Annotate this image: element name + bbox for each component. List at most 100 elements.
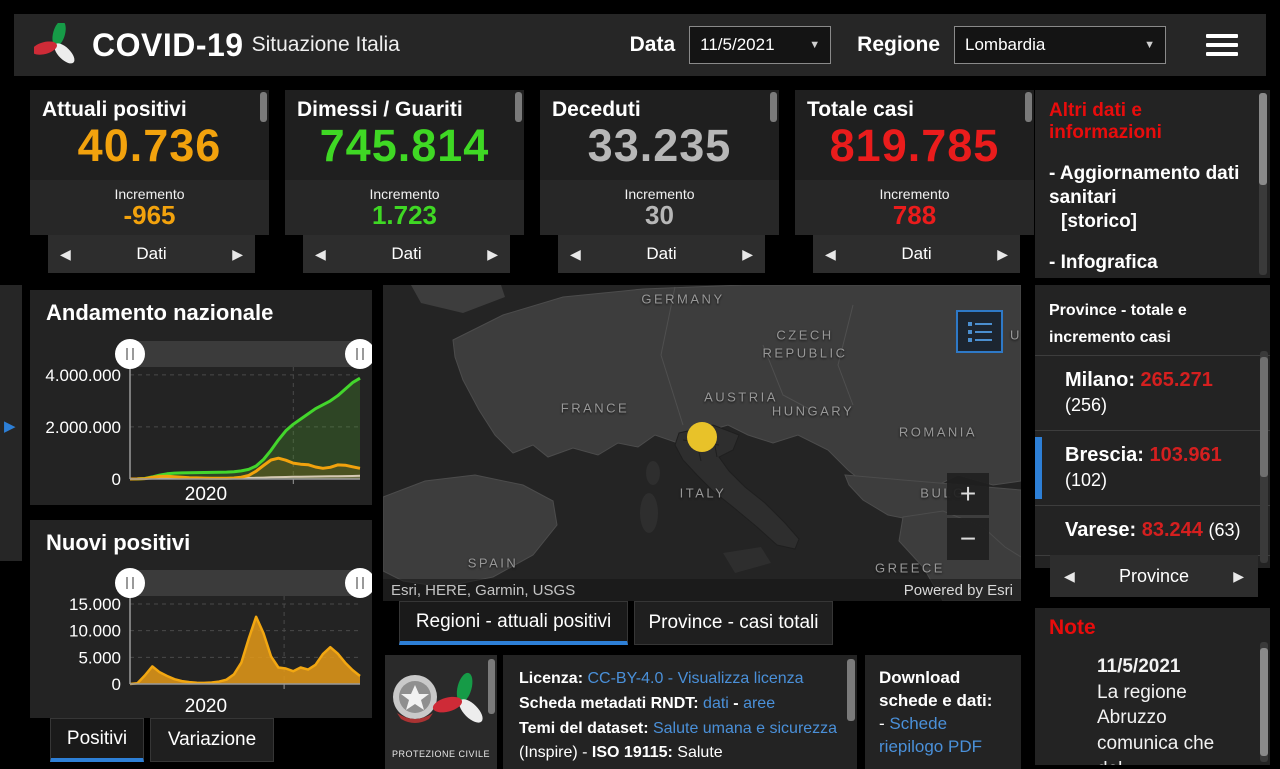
cc-by-link[interactable]: CC-BY-4.0 bbox=[587, 670, 663, 687]
province-name: Brescia: bbox=[1065, 444, 1150, 467]
card-nav-label: Dati bbox=[901, 244, 932, 263]
expand-panel-arrow-icon[interactable]: ▶ bbox=[4, 417, 16, 435]
license-line: Licenza: CC-BY-4.0 - Visualizza licenza bbox=[519, 667, 839, 692]
schede-riepilogo-pdf-link[interactable]: Schede riepilogo PDF bbox=[879, 714, 982, 756]
hamburger-menu-icon[interactable] bbox=[1206, 29, 1238, 61]
legend-button[interactable] bbox=[956, 310, 1003, 353]
map-country-label: FRANCE bbox=[560, 400, 630, 416]
province-total: 103.961 bbox=[1149, 444, 1222, 467]
region-select[interactable]: Lombardia ▼ bbox=[954, 26, 1166, 64]
next-arrow-icon[interactable]: ▶ bbox=[742, 246, 753, 263]
map-country-label: CZECH bbox=[776, 327, 834, 343]
time-slider-track[interactable] bbox=[130, 341, 360, 367]
y-tick-label: 5.000 bbox=[78, 648, 121, 667]
card-scrollbar[interactable] bbox=[515, 92, 522, 122]
protezione-civile-logo-icon bbox=[34, 23, 75, 64]
region-marker[interactable] bbox=[687, 422, 717, 452]
aree-link[interactable]: aree bbox=[743, 695, 775, 712]
chevron-down-icon: ▼ bbox=[809, 39, 821, 51]
province-increment: (63) bbox=[1208, 520, 1241, 541]
increment-value: -965 bbox=[123, 200, 176, 230]
tab-positivi[interactable]: Positivi bbox=[50, 718, 144, 762]
prev-arrow-icon[interactable]: ◀ bbox=[570, 246, 581, 263]
tab-province-casi-totali[interactable]: Province - casi totali bbox=[634, 601, 833, 645]
stat-card: Dimessi / Guariti 745.814 Incremento 1.7… bbox=[285, 90, 524, 273]
altri-dati-link[interactable]: [storico] bbox=[1049, 210, 1246, 234]
andamento-chart: 4.000.000 2.000.000 0 2020 bbox=[45, 339, 372, 503]
next-arrow-icon[interactable]: ▶ bbox=[1233, 568, 1244, 585]
increment-label: Incremento bbox=[114, 186, 185, 202]
protezione-civile-logo-panel: PROTEZIONE CIVILE bbox=[385, 655, 497, 769]
license-panel: Licenza: CC-BY-4.0 - Visualizza licenza … bbox=[503, 655, 857, 769]
license-label: Licenza: bbox=[519, 670, 584, 687]
note-panel: Note 11/5/2021 La regione Abruzzo comuni… bbox=[1035, 608, 1270, 765]
stat-card-title: Attuali positivi bbox=[42, 98, 187, 121]
scrollbar-thumb[interactable] bbox=[1260, 648, 1268, 756]
date-select[interactable]: 11/5/2021 ▼ bbox=[689, 26, 832, 64]
y-tick-label: 0 bbox=[112, 470, 121, 489]
time-slider-track[interactable] bbox=[130, 570, 360, 596]
iso-label: ISO 19115: bbox=[591, 744, 673, 762]
province-nav-label: Province bbox=[1118, 565, 1190, 586]
prev-arrow-icon[interactable]: ◀ bbox=[315, 246, 326, 263]
prev-arrow-icon[interactable]: ◀ bbox=[1064, 568, 1075, 585]
province-increment: (102) bbox=[1065, 470, 1108, 491]
date-label: Data bbox=[629, 33, 676, 56]
slider-handle-left[interactable] bbox=[115, 339, 145, 369]
map-country-label: U bbox=[1010, 327, 1021, 343]
region-select-value: Lombardia bbox=[965, 35, 1046, 54]
province-row[interactable]: Varese: 83.244 (63) bbox=[1035, 505, 1270, 555]
prev-arrow-icon[interactable]: ◀ bbox=[825, 246, 836, 263]
altri-dati-links: - Aggiornamento dati sanitari [storico] - … bbox=[1049, 162, 1246, 278]
separator: - bbox=[663, 670, 678, 687]
stat-card-increment-band: Incremento 1.723 bbox=[285, 180, 524, 235]
dati-link[interactable]: dati bbox=[703, 695, 729, 712]
map-zoom-out-button[interactable]: − bbox=[947, 518, 989, 560]
scrollbar-thumb[interactable] bbox=[847, 659, 855, 721]
map-attribution-sources: Esri, HERE, Garmin, USGS bbox=[391, 581, 576, 599]
tab-variazione[interactable]: Variazione bbox=[150, 718, 274, 762]
stat-card-title: Totale casi bbox=[807, 98, 914, 121]
card-scrollbar[interactable] bbox=[1025, 92, 1032, 122]
slider-handle-left[interactable] bbox=[115, 568, 145, 598]
nuovi-positivi-panel: Nuovi positivi 15.000 10.000 5.000 0 2020 bbox=[30, 520, 372, 718]
x-axis-label: 2020 bbox=[185, 696, 227, 716]
map-country-label: ROMANIA bbox=[898, 424, 978, 440]
legend-list-icon bbox=[967, 321, 992, 342]
nuovi-positivi-chart-title: Nuovi positivi bbox=[46, 530, 191, 555]
province-increment: (256) bbox=[1065, 395, 1108, 416]
europe-map[interactable]: GERMANY CZECH REPUBLIC FRANCE AUSTRIA HUNGARY… bbox=[383, 285, 1021, 601]
card-nav-bar: ◀ Dati ▶ bbox=[558, 235, 765, 273]
map-country-label: HUNGARY bbox=[771, 403, 855, 419]
stat-card-main: Dimessi / Guariti 745.814 bbox=[285, 90, 524, 180]
altri-dati-link[interactable]: - Infografica epidemiologica ISS bbox=[1049, 251, 1246, 278]
card-scrollbar[interactable] bbox=[260, 92, 267, 122]
tab-regioni-attuali-positivi[interactable]: Regioni - attuali positivi bbox=[399, 601, 628, 645]
prev-arrow-icon[interactable]: ◀ bbox=[60, 246, 71, 263]
card-nav-label: Dati bbox=[391, 244, 422, 263]
province-row[interactable]: Brescia: 103.961 (102) bbox=[1035, 430, 1270, 505]
province-panel-title: Province - totale e incremento casi bbox=[1049, 302, 1187, 347]
salute-umana-link[interactable]: Salute umana e sicurezza bbox=[653, 720, 837, 737]
region-label: Regione bbox=[857, 33, 940, 56]
stat-card-increment-band: Incremento -965 bbox=[30, 180, 269, 235]
next-arrow-icon[interactable]: ▶ bbox=[232, 246, 243, 263]
card-scrollbar[interactable] bbox=[770, 92, 777, 122]
scrollbar-thumb[interactable] bbox=[488, 659, 495, 714]
stat-card-title: Dimessi / Guariti bbox=[297, 98, 463, 121]
card-nav-label: Dati bbox=[136, 244, 167, 263]
province-row[interactable]: Milano: 265.271 (256) bbox=[1035, 355, 1270, 430]
scrollbar-thumb[interactable] bbox=[1260, 357, 1268, 477]
visualizza-licenza-link[interactable]: Visualizza licenza bbox=[678, 670, 804, 687]
scrollbar-thumb[interactable] bbox=[1259, 93, 1267, 185]
note-text: La regione Abruzzo comunica che del bbox=[1097, 681, 1215, 765]
next-arrow-icon[interactable]: ▶ bbox=[487, 246, 498, 263]
altri-dati-panel: Altri dati e informazioni - Aggiornament… bbox=[1035, 90, 1270, 278]
stat-card-value: 33.235 bbox=[587, 120, 732, 171]
next-arrow-icon[interactable]: ▶ bbox=[997, 246, 1008, 263]
altri-dati-link[interactable]: - Aggiornamento dati sanitari bbox=[1049, 162, 1246, 210]
y-tick-label: 4.000.000 bbox=[45, 366, 121, 385]
province-name: Varese: bbox=[1065, 519, 1142, 542]
card-nav-bar: ◀ Dati ▶ bbox=[813, 235, 1020, 273]
map-zoom-in-button[interactable]: + bbox=[947, 473, 989, 515]
